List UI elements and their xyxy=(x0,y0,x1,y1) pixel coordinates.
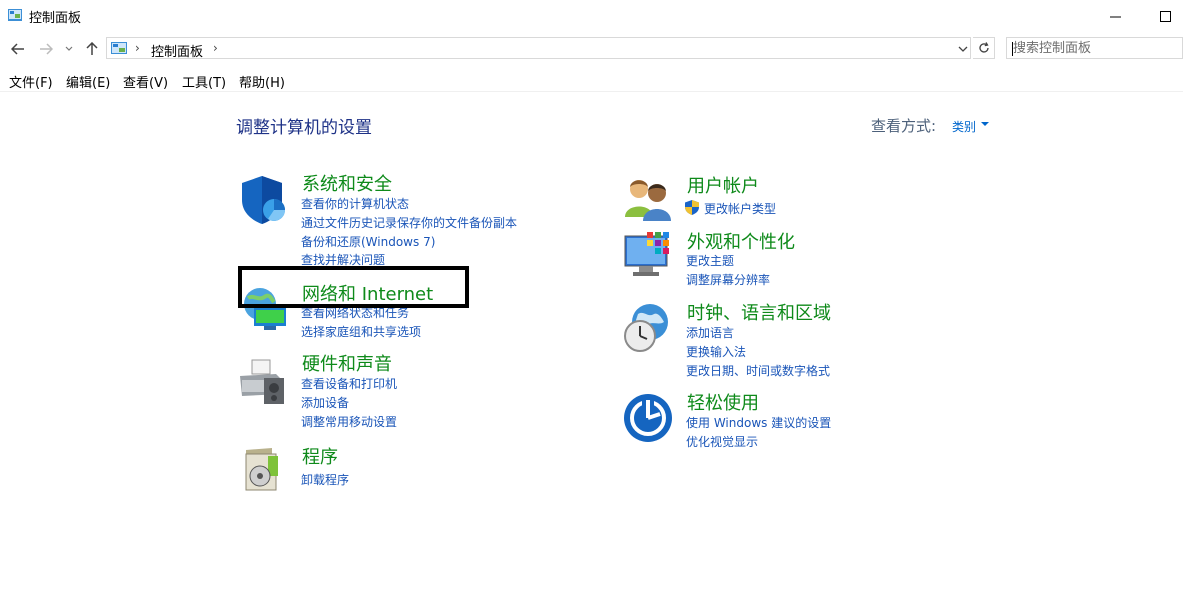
menu-tools[interactable]: 工具(T) xyxy=(182,72,226,91)
navigation-bar: › 控制面板 › xyxy=(0,36,1183,62)
link-devices-printers[interactable]: 查看设备和打印机 xyxy=(301,375,397,392)
control-panel-icon xyxy=(8,9,22,21)
refresh-button[interactable] xyxy=(973,37,995,59)
breadcrumb-separator[interactable]: › xyxy=(213,41,218,55)
category-title-hardware-sound[interactable]: 硬件和声音 xyxy=(302,350,392,376)
link-add-device[interactable]: 添加设备 xyxy=(301,394,349,411)
printer-icon[interactable] xyxy=(236,356,288,408)
link-file-history-backup[interactable]: 通过文件历史记录保存你的文件备份副本 xyxy=(301,214,517,231)
refresh-icon xyxy=(978,42,989,53)
forward-arrow-icon xyxy=(40,43,53,55)
breadcrumb-control-panel[interactable]: 控制面板 xyxy=(151,41,203,60)
link-change-input-method[interactable]: 更换输入法 xyxy=(686,343,746,360)
breadcrumb-separator[interactable]: › xyxy=(135,41,140,55)
menu-edit[interactable]: 编辑(E) xyxy=(66,72,110,91)
programs-icon[interactable] xyxy=(238,444,290,496)
recent-locations-button[interactable] xyxy=(62,38,76,60)
link-add-language[interactable]: 添加语言 xyxy=(686,324,734,341)
menu-file[interactable]: 文件(F) xyxy=(9,72,53,91)
chevron-down-icon[interactable] xyxy=(981,122,989,126)
shield-icon[interactable] xyxy=(238,174,290,226)
category-title-appearance[interactable]: 外观和个性化 xyxy=(687,228,795,254)
control-panel-icon xyxy=(111,42,127,54)
back-arrow-icon xyxy=(11,43,24,55)
minimize-icon xyxy=(1109,16,1121,17)
link-view-computer-status[interactable]: 查看你的计算机状态 xyxy=(301,195,409,212)
ease-of-access-icon[interactable] xyxy=(622,392,674,444)
title-bar: 控制面板 xyxy=(0,0,1183,32)
maximize-button[interactable] xyxy=(1142,0,1183,32)
page-title: 调整计算机的设置 xyxy=(236,118,372,138)
search-box[interactable] xyxy=(1006,37,1183,59)
category-title-system-security[interactable]: 系统和安全 xyxy=(302,170,392,196)
highlight-box xyxy=(238,266,469,308)
search-input[interactable] xyxy=(1013,40,1178,56)
appearance-icon[interactable] xyxy=(623,230,675,282)
category-title-user-accounts[interactable]: 用户帐户 xyxy=(687,172,759,198)
link-mobility-settings[interactable]: 调整常用移动设置 xyxy=(301,413,397,430)
link-optimize-visual-display[interactable]: 优化视觉显示 xyxy=(686,433,758,450)
chevron-down-icon[interactable] xyxy=(956,41,970,57)
link-screen-resolution[interactable]: 调整屏幕分辨率 xyxy=(686,271,770,288)
category-title-programs[interactable]: 程序 xyxy=(302,443,338,469)
link-change-account-type[interactable]: 更改帐户类型 xyxy=(704,200,776,217)
link-date-time-format[interactable]: 更改日期、时间或数字格式 xyxy=(686,362,830,379)
link-backup-restore[interactable]: 备份和还原(Windows 7) xyxy=(301,233,435,250)
maximize-icon xyxy=(1159,10,1171,22)
up-button[interactable] xyxy=(82,38,102,60)
uac-shield-icon xyxy=(685,200,699,215)
minimize-button[interactable] xyxy=(1092,0,1138,32)
category-title-clock-language-region[interactable]: 时钟、语言和区域 xyxy=(687,299,831,325)
menu-divider xyxy=(0,91,1183,92)
menu-bar: 文件(F) 编辑(E) 查看(V) 工具(T) 帮助(H) xyxy=(0,70,1183,91)
address-box[interactable]: › 控制面板 › xyxy=(106,37,971,60)
category-title-ease-of-access[interactable]: 轻松使用 xyxy=(687,389,759,415)
menu-view[interactable]: 查看(V) xyxy=(123,72,168,91)
window-title: 控制面板 xyxy=(29,11,82,26)
view-by-label: 查看方式: xyxy=(871,117,937,135)
up-arrow-icon xyxy=(86,42,98,55)
forward-button[interactable] xyxy=(36,38,56,60)
link-uninstall-program[interactable]: 卸载程序 xyxy=(301,471,349,488)
link-windows-recommended-settings[interactable]: 使用 Windows 建议的设置 xyxy=(686,414,831,431)
link-homegroup-sharing[interactable]: 选择家庭组和共享选项 xyxy=(301,323,421,340)
chevron-down-icon xyxy=(65,46,73,51)
menu-help[interactable]: 帮助(H) xyxy=(239,72,285,91)
back-button[interactable] xyxy=(8,38,28,60)
clock-globe-icon[interactable] xyxy=(620,302,672,354)
view-by-dropdown[interactable]: 类别 xyxy=(952,118,976,135)
link-change-theme[interactable]: 更改主题 xyxy=(686,252,734,269)
users-icon[interactable] xyxy=(623,173,675,225)
